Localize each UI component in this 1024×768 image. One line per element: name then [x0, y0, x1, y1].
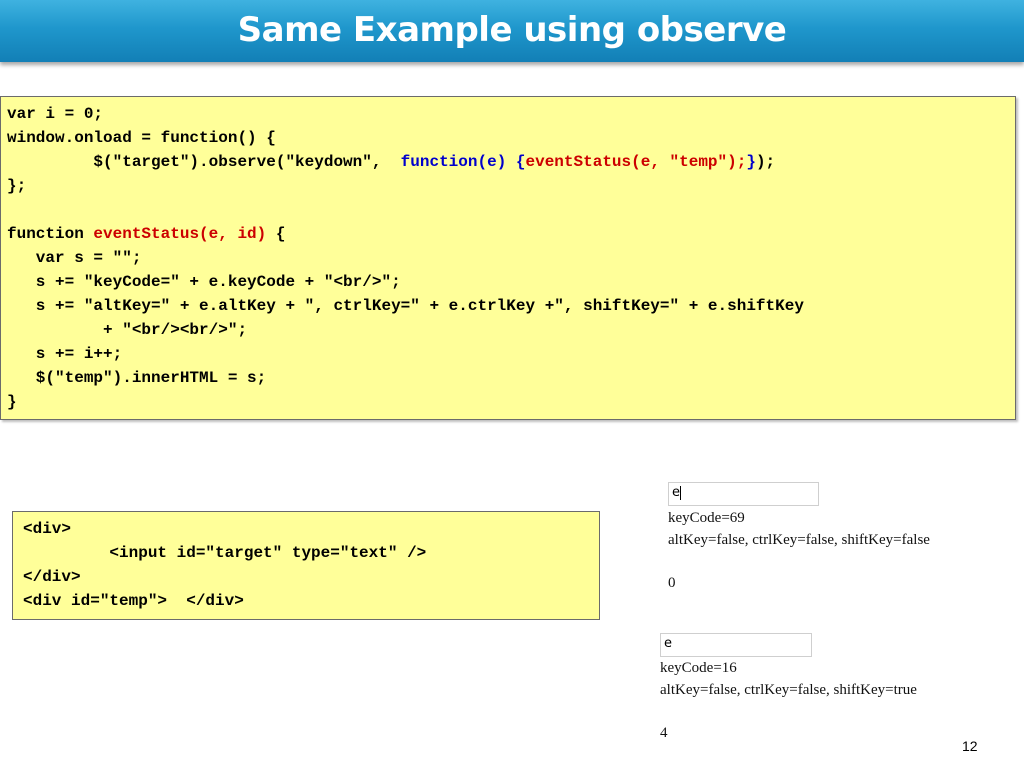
code-line-13: } [7, 393, 17, 411]
code-line-8: s += "keyCode=" + e.keyCode + "<br/>"; [7, 273, 401, 291]
code-function-open-brace: { [266, 225, 286, 243]
demo1-keys-line: altKey=false, ctrlKey=false, shiftKey=fa… [668, 532, 930, 548]
html-line-3: </div> [23, 568, 81, 586]
code-handler-close-brace: } [746, 153, 756, 171]
code-line-2: window.onload = function() { [7, 129, 276, 147]
demo1-keycode-line: keyCode=69 [668, 510, 745, 526]
code-call-close: ); [755, 153, 776, 171]
code-line-7: var s = ""; [7, 249, 142, 267]
demo2-target-input[interactable]: e [660, 633, 812, 657]
demo1-counter: 0 [668, 575, 676, 591]
text-caret [680, 485, 681, 500]
code-function-signature: eventStatus(e, id) [93, 225, 267, 243]
demo2-input-value: e [664, 636, 672, 651]
demo2-counter: 4 [660, 725, 668, 741]
demo1-target-input[interactable]: e [668, 482, 819, 506]
slide-number: 12 [962, 738, 978, 754]
html-code-box: <div> <input id="target" type="text" /> … [12, 511, 600, 620]
code-function-keyword: function [7, 225, 94, 243]
html-line-1: <div> [23, 520, 72, 538]
code-line-3: $("target").observe("keydown", function(… [7, 153, 775, 171]
code-line-6: function eventStatus(e, id) { [7, 225, 285, 243]
slide-title: Same Example using observe [237, 10, 787, 50]
code-line-1: var i = 0; [7, 105, 104, 123]
code-line-4: }; [7, 177, 27, 195]
demo2-keycode-line: keyCode=16 [660, 660, 737, 676]
code-line-11: s += i++; [7, 345, 123, 363]
code-handler-body: eventStatus(e, "temp"); [525, 153, 747, 171]
demo1-input-value: e [672, 485, 680, 500]
code-handler-open-brace: { [506, 153, 526, 171]
code-line-12: $("temp").innerHTML = s; [7, 369, 267, 387]
html-line-4: <div id="temp"> </div> [23, 592, 244, 610]
javascript-code-box: var i = 0; window.onload = function() { … [0, 96, 1016, 420]
code-line-9: s += "altKey=" + e.altKey + ", ctrlKey="… [7, 297, 804, 315]
demo2-keys-line: altKey=false, ctrlKey=false, shiftKey=tr… [660, 682, 917, 698]
html-line-2: <input id="target" type="text" /> [23, 544, 427, 562]
code-observe-call: $("target").observe("keydown", [7, 153, 401, 171]
title-bar: Same Example using observe [0, 0, 1024, 62]
code-line-10: + "<br/><br/>"; [7, 321, 248, 339]
code-handler-function: function(e) [400, 153, 507, 171]
